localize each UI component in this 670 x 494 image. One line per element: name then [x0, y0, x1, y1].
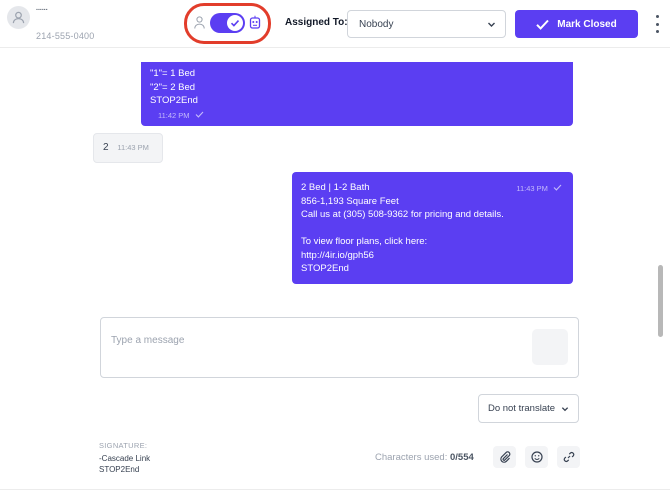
assignee-select[interactable]: Nobody — [347, 10, 506, 38]
bot-icon — [249, 15, 261, 29]
thread-scrollbar[interactable] — [658, 265, 663, 337]
message-thread: "1"= 1 Bed "2"= 2 Bed STOP2End 11:42 PM … — [0, 48, 670, 337]
ai-agent-toggle[interactable] — [210, 13, 245, 33]
assignee-value: Nobody — [359, 19, 394, 30]
message-line: To view floor plans, click here: — [301, 236, 428, 247]
message-line — [301, 222, 564, 236]
mark-closed-label: Mark Closed — [557, 18, 617, 30]
attachment-button[interactable] — [493, 446, 516, 468]
signature-line: -Cascade Link — [99, 454, 151, 463]
translate-label: Do not translate — [487, 403, 556, 414]
paperclip-icon — [499, 451, 510, 463]
more-options-icon[interactable] — [654, 15, 660, 33]
outgoing-message: "1"= 1 Bed "2"= 2 Bed STOP2End 11:42 PM — [141, 62, 573, 126]
message-line: STOP2End — [150, 95, 198, 106]
assigned-to-label: Assigned To: — [285, 17, 348, 28]
message-timestamp: 11:43 PM — [117, 143, 149, 152]
divider — [0, 489, 670, 490]
characters-count: 0/554 — [449, 452, 474, 463]
message-line: "2"= 2 Bed — [150, 81, 196, 93]
contact-phone: 214-555-0400 — [36, 31, 95, 41]
message-timestamp: 11:42 PM — [150, 109, 564, 123]
smiley-icon — [530, 451, 543, 463]
link-button[interactable] — [557, 446, 580, 468]
contact-redaction — [36, 12, 100, 32]
message-line: "1"= 1 Bed — [150, 68, 196, 79]
send-button[interactable] — [532, 329, 568, 365]
message-line: Call us at (305) 508-9362 for pricing an… — [301, 209, 504, 220]
check-icon — [536, 19, 549, 30]
translate-select[interactable]: Do not translate — [478, 394, 579, 423]
conversation-header: ...... 214-555-0400 Assigned To: Nobody … — [0, 0, 670, 48]
signature-line: STOP2End — [99, 465, 140, 474]
message-composer[interactable]: Type a message — [100, 317, 579, 378]
emoji-button[interactable] — [525, 446, 548, 468]
checkmark-icon — [230, 20, 240, 27]
link-icon — [563, 452, 574, 462]
message-timestamp: 11:43 PM — [516, 182, 562, 196]
incoming-message: 2 11:43 PM — [93, 133, 163, 163]
delivered-check-icon — [553, 184, 562, 191]
mark-closed-button[interactable]: Mark Closed — [515, 10, 638, 38]
message-line: STOP2End — [301, 263, 349, 274]
message-line: 856-1,193 Square Feet — [301, 195, 399, 207]
message-text: 2 — [103, 142, 109, 153]
message-link[interactable]: http://4ir.io/gph56 — [301, 249, 564, 263]
user-icon — [12, 11, 25, 24]
outgoing-message: 11:43 PM 2 Bed | 1-2 Bath 856-1,193 Squa… — [292, 172, 573, 284]
human-agent-icon — [194, 16, 205, 29]
signature-label: SIGNATURE: — [99, 441, 148, 450]
contact-avatar[interactable] — [7, 6, 30, 29]
chevron-down-icon — [488, 22, 495, 27]
message-input-placeholder: Type a message — [111, 335, 185, 346]
toggle-knob — [227, 15, 243, 31]
delivered-check-icon — [195, 111, 204, 118]
contact-name: ...... — [36, 5, 48, 12]
chevron-down-icon — [561, 406, 569, 411]
characters-used: Characters used: 0/554 — [375, 452, 474, 463]
